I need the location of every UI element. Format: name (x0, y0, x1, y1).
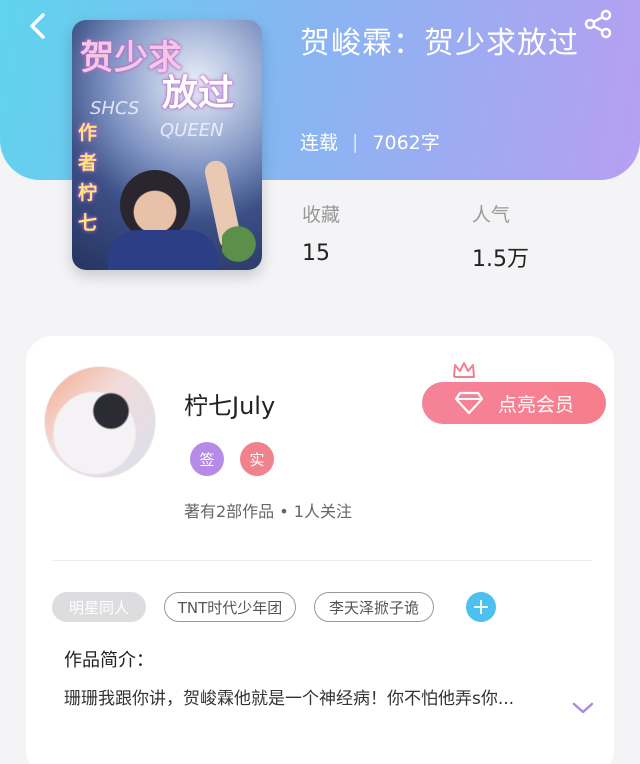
cover-title-line2: 放过 (162, 72, 235, 114)
vip-member-button[interactable]: 点亮会员 (422, 382, 606, 424)
author-stats: 著有2部作品 • 1人关注 (184, 502, 352, 521)
cover-script-1: SHCS (90, 98, 140, 119)
book-meta: 连载 | 7062字 (300, 128, 440, 155)
tag-character[interactable]: 李天泽掀子诡 (314, 592, 434, 622)
book-title: 贺峻霖：贺少求放过 (300, 26, 579, 61)
card-divider (52, 560, 592, 561)
book-status: 连载 (300, 132, 339, 154)
favorites-stat: 收藏 15 (302, 200, 340, 266)
add-tag-button[interactable]: + (466, 592, 496, 622)
chevron-down-icon (572, 702, 594, 714)
book-cover[interactable]: 贺少求 放过 SHCS QUEEN 作者柠七 (72, 20, 262, 270)
word-count: 7062字 (372, 132, 440, 154)
popularity-stat: 人气 1.5万 (472, 200, 529, 273)
intro-text: 珊珊我跟你讲，贺峻霖他就是一个神经病！你不怕他弄s你... (64, 689, 515, 709)
popularity-count: 1.5万 (472, 247, 529, 272)
favorites-count: 15 (302, 241, 330, 266)
cover-figure-body (108, 230, 218, 270)
tag-group[interactable]: TNT时代少年团 (164, 592, 296, 622)
vip-button-label: 点亮会员 (497, 393, 574, 416)
signed-badge: 签 (190, 442, 224, 476)
diamond-icon (454, 391, 484, 415)
expand-intro-button[interactable] (568, 696, 598, 720)
author-name[interactable]: 柠七July (184, 386, 275, 421)
tag-genre[interactable]: 明星同人 (52, 592, 146, 622)
back-arrow-icon (30, 13, 45, 39)
cover-author-credit: 作者柠七 (78, 122, 98, 234)
back-button[interactable] (20, 8, 56, 44)
cover-script-2: QUEEN (160, 120, 224, 141)
favorites-label: 收藏 (302, 204, 341, 226)
crown-icon (453, 362, 475, 378)
popularity-label: 人气 (472, 204, 511, 226)
author-avatar[interactable] (44, 366, 156, 478)
cover-plant (222, 220, 262, 270)
intro-heading: 作品简介： (64, 650, 154, 671)
meta-divider: | (352, 130, 359, 153)
verified-badge: 实 (240, 442, 274, 476)
